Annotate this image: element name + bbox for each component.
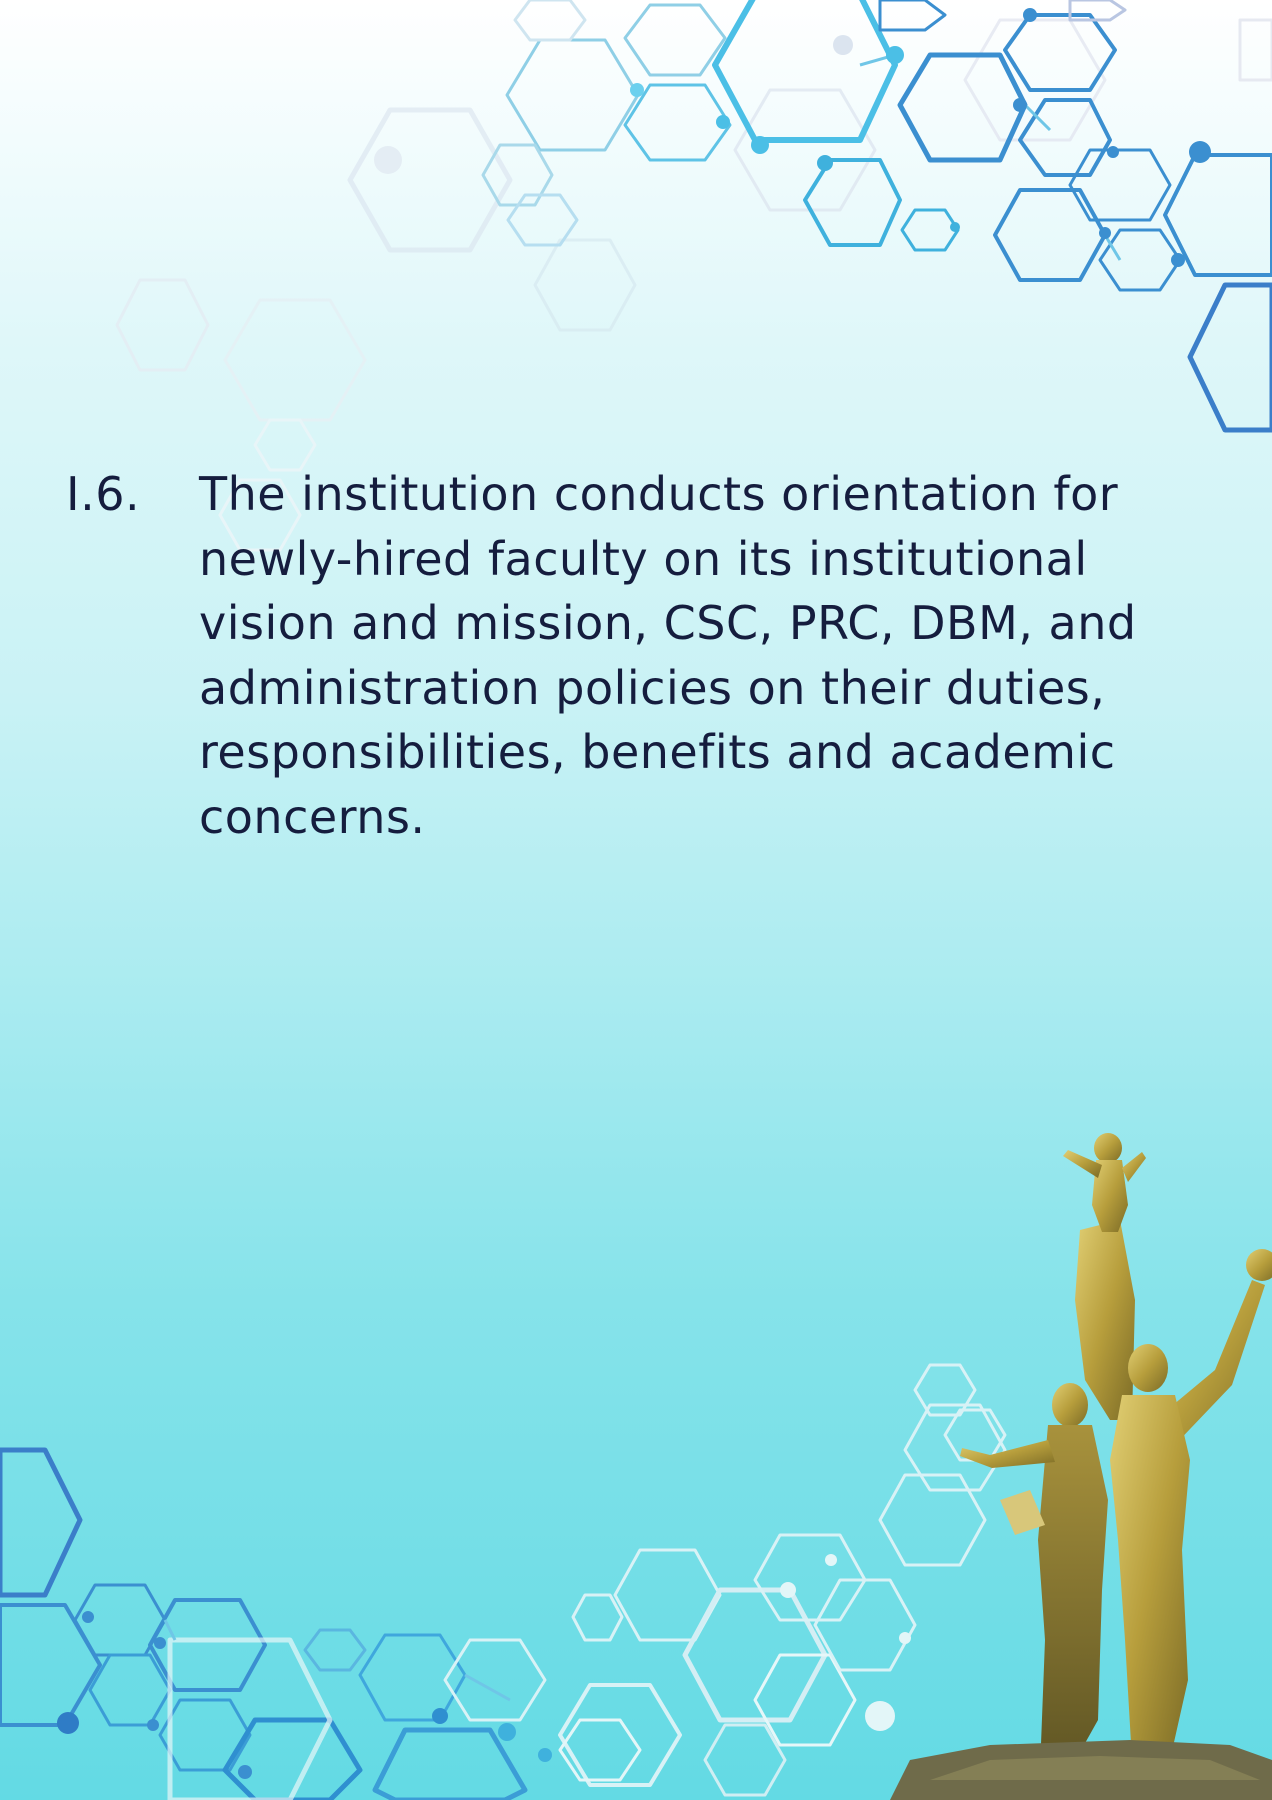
- golden-statue-illustration: [890, 1133, 1272, 1800]
- criterion-text: The institution conducts orientation for…: [199, 467, 1137, 844]
- criterion-number: I.6.: [66, 467, 141, 521]
- document-page: I.6. The institution conducts orientatio…: [0, 0, 1272, 1800]
